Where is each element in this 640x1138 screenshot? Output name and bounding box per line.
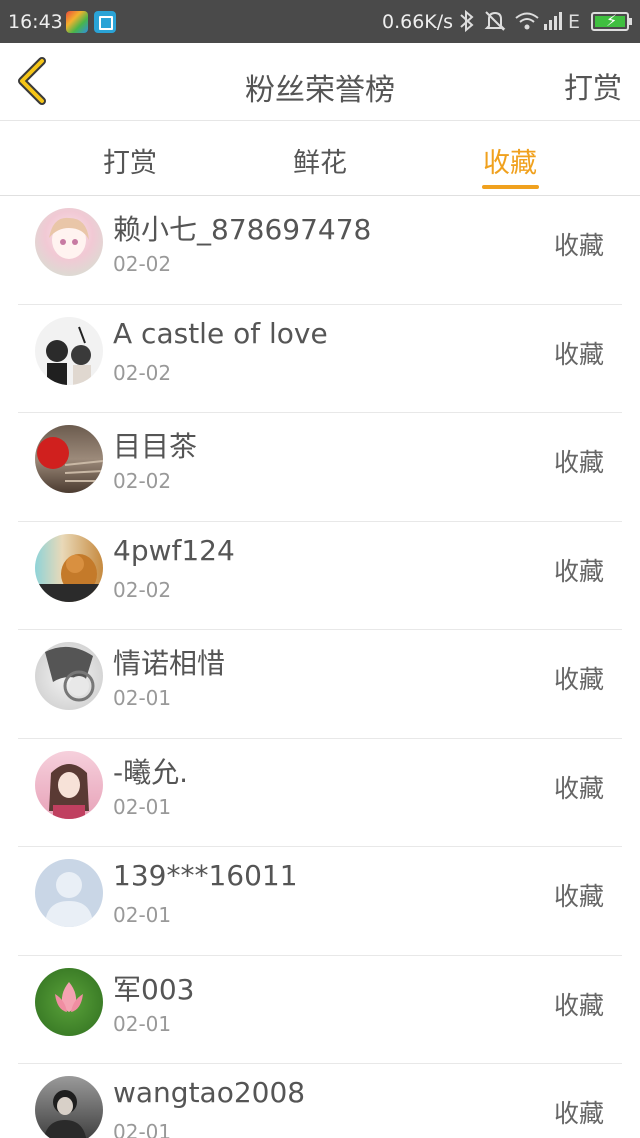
fan-action: 收藏 xyxy=(553,231,604,260)
fan-name: wangtao2008 xyxy=(113,1076,306,1109)
avatar xyxy=(35,1076,103,1138)
list-item[interactable]: wangtao2008 02-01 收藏 xyxy=(18,1064,622,1138)
avatar xyxy=(35,316,103,385)
fan-date: 02-02 xyxy=(113,577,172,602)
fan-date: 02-01 xyxy=(113,686,172,710)
fan-name: 目目茶 xyxy=(113,430,198,463)
tab-bar: 打赏 鲜花 收藏 xyxy=(0,121,640,196)
list-item[interactable]: 目目茶 02-02 收藏 xyxy=(18,413,622,522)
avatar xyxy=(35,533,103,602)
fan-date: 02-02 xyxy=(113,360,172,385)
list-item[interactable]: 4pwf124 02-02 收藏 xyxy=(18,522,622,630)
avatar xyxy=(35,750,103,819)
list-item[interactable]: 情诺相惜 02-01 收藏 xyxy=(18,630,622,739)
list-item[interactable]: 军003 02-01 收藏 xyxy=(18,956,622,1064)
list-item[interactable]: -曦允. 02-01 收藏 xyxy=(18,739,622,847)
fan-name: 情诺相惜 xyxy=(113,647,226,680)
tab-reward[interactable]: 打赏 xyxy=(70,141,190,180)
fan-action: 收藏 xyxy=(553,556,604,586)
fan-name: 4pwf124 xyxy=(113,533,235,567)
fan-date: 02-01 xyxy=(113,1011,172,1036)
battery-charging-icon: ⚡ xyxy=(591,11,632,31)
app-gradient-icon xyxy=(66,11,88,33)
reward-button[interactable]: 打赏 xyxy=(564,65,622,107)
default-avatar-icon xyxy=(35,859,103,927)
list-item[interactable]: 139***16011 02-01 收藏 xyxy=(18,847,622,956)
list-item[interactable]: 赖小七_878697478 02-02 收藏 xyxy=(18,196,622,305)
fan-name: 军003 xyxy=(113,972,195,1006)
fan-date: 02-02 xyxy=(113,252,172,276)
tab-flowers[interactable]: 鲜花 xyxy=(260,141,380,180)
active-tab-indicator xyxy=(482,185,539,189)
fan-date: 02-01 xyxy=(113,1120,172,1138)
wifi-icon xyxy=(514,9,540,38)
network-type: E xyxy=(568,11,581,33)
mute-icon xyxy=(484,9,506,38)
fan-action: 收藏 xyxy=(553,665,604,694)
avatar xyxy=(35,425,103,493)
status-bar: 16:43 0.66K/s E ⚡ xyxy=(0,0,640,43)
page-title: 粉丝荣誉榜 xyxy=(245,73,395,108)
list-item[interactable]: A castle of love 02-02 收藏 xyxy=(18,305,622,413)
fan-date: 02-01 xyxy=(113,903,172,927)
signal-icon xyxy=(543,9,565,38)
fan-action: 收藏 xyxy=(553,1099,604,1128)
avatar xyxy=(35,967,103,1036)
avatar xyxy=(35,208,103,276)
status-time: 16:43 xyxy=(8,11,63,33)
fan-name: 139***16011 xyxy=(113,859,298,892)
fan-name: -曦允. xyxy=(113,755,189,789)
fan-name: A castle of love xyxy=(113,316,328,350)
fan-action: 收藏 xyxy=(553,773,604,803)
tab-favorites[interactable]: 收藏 xyxy=(450,141,570,180)
fan-action: 收藏 xyxy=(553,990,604,1020)
fan-date: 02-01 xyxy=(113,794,172,819)
fan-date: 02-02 xyxy=(113,469,172,493)
fan-name: 赖小七_878697478 xyxy=(113,213,372,246)
crop-app-icon xyxy=(94,11,116,33)
network-speed: 0.66K/s xyxy=(382,11,454,33)
fan-action: 收藏 xyxy=(553,882,604,911)
navigation-bar: 粉丝荣誉榜 打赏 xyxy=(0,43,640,121)
avatar xyxy=(35,642,103,710)
fan-action: 收藏 xyxy=(553,339,604,369)
fan-action: 收藏 xyxy=(553,448,604,477)
bluetooth-icon xyxy=(458,9,476,38)
